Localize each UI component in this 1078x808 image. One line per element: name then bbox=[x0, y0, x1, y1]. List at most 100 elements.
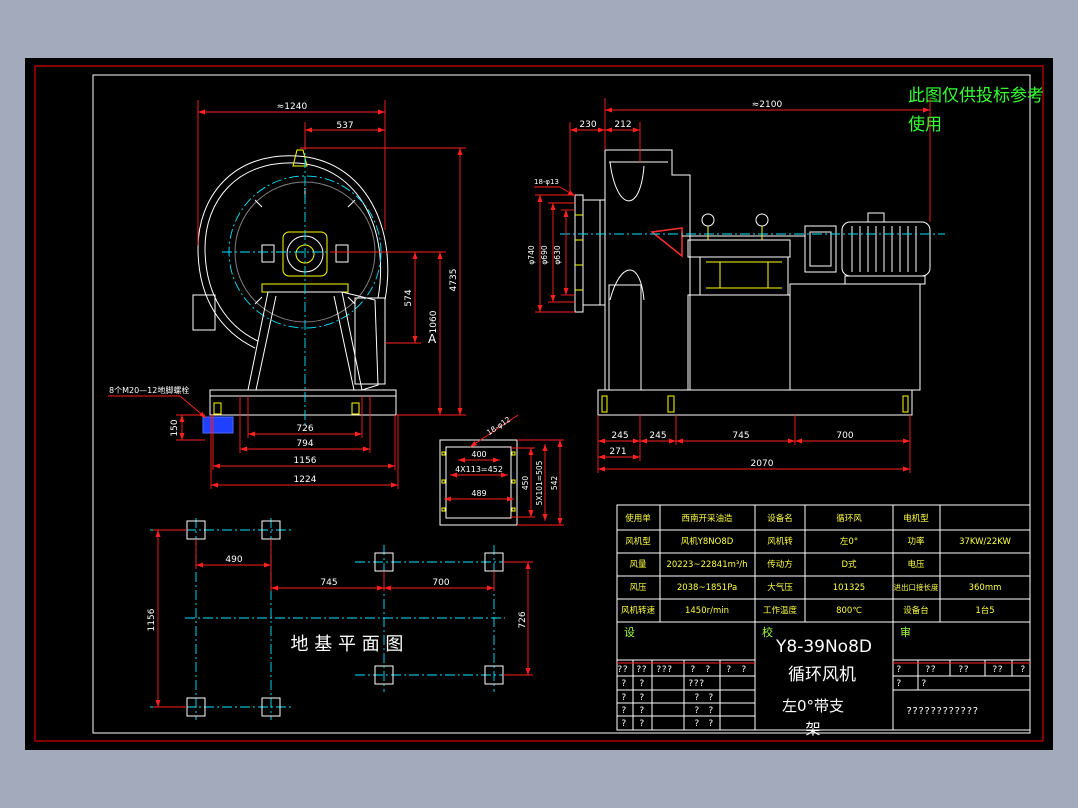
cell-user-value: 西南开采油造 bbox=[681, 513, 733, 524]
cell-connection-label: 进出口接长度 bbox=[894, 582, 939, 592]
cell-equipment-value: 循环风 bbox=[836, 513, 862, 524]
dim-height: 4735 bbox=[449, 269, 459, 292]
grid-cell: ? bbox=[621, 679, 626, 689]
plan-dim-width: 726 bbox=[518, 611, 528, 628]
anchor-bolts-label: 8个M20—12地脚螺栓 bbox=[109, 385, 189, 395]
detail-h-bolt: 5X101=505 bbox=[535, 460, 544, 505]
cell-rotation-value: 左0° bbox=[840, 536, 858, 547]
cell-power-label: 功率 bbox=[907, 536, 925, 547]
product-name: 循环风机 bbox=[788, 665, 856, 685]
dim-flange-d2: φ690 bbox=[540, 245, 549, 264]
foundation-plan-title: 地 基 平 面 图 bbox=[291, 634, 404, 655]
grid-cell: ? bbox=[726, 665, 731, 675]
dim-bolt-inner: 726 bbox=[296, 424, 313, 434]
cell-rotation-label: 风机转 bbox=[767, 536, 793, 547]
cell-quantity-value: 1台5 bbox=[975, 605, 994, 616]
cell-motor-label: 电机型 bbox=[903, 513, 929, 524]
cell-drive-label: 传动方 bbox=[767, 559, 793, 570]
grid-cell: ? bbox=[690, 665, 695, 675]
cell-power-value: 37KW/22KW bbox=[959, 537, 1011, 547]
product-model: Y8-39No8D bbox=[775, 637, 872, 657]
dim-bolt-outer: 794 bbox=[296, 439, 313, 449]
flange-holes-label: 18-φ13 bbox=[534, 178, 559, 186]
cell-drive-value: D式 bbox=[841, 559, 857, 570]
cell-atm-label: 大气压 bbox=[767, 582, 793, 593]
grid-cell: ??? bbox=[656, 665, 672, 675]
cell-equipment-label: 设备名 bbox=[767, 513, 793, 524]
drawing-number: ???????????? bbox=[906, 706, 978, 717]
grid-cell: ? bbox=[705, 665, 710, 675]
dim-base-outer: 1224 bbox=[294, 475, 317, 485]
dim-outlet-height: 1060 bbox=[429, 310, 439, 333]
anchor-bolt-icon bbox=[202, 416, 234, 434]
detail-w-outer: 489 bbox=[471, 489, 486, 498]
cell-atm-value: 101325 bbox=[833, 583, 865, 593]
grid-cell: ?? bbox=[617, 665, 628, 675]
grid-cell: ??? bbox=[688, 679, 704, 689]
cell-voltage-label: 电压 bbox=[907, 559, 925, 570]
grid-cell: ? bbox=[708, 693, 713, 703]
grid-cell: ?? bbox=[992, 665, 1003, 675]
plan-dim-b: 745 bbox=[320, 578, 337, 588]
dim-b5: 271 bbox=[609, 447, 626, 457]
dim-flange-d1: φ740 bbox=[527, 245, 536, 264]
grid-cell: ? bbox=[639, 693, 644, 703]
plan-dim-a: 490 bbox=[225, 555, 242, 565]
cell-speed-value: 1450r/min bbox=[685, 606, 729, 616]
dim-base-length: 2070 bbox=[751, 459, 774, 469]
grid-cell: ? bbox=[621, 719, 626, 729]
grid-cell: ? bbox=[639, 706, 644, 716]
dim-b3: 745 bbox=[732, 431, 749, 441]
label-design: 设 bbox=[624, 626, 635, 639]
plan-dim-c: 700 bbox=[432, 578, 449, 588]
dim-b1: 245 bbox=[611, 431, 628, 441]
dim-flange-d3: φ630 bbox=[553, 245, 562, 264]
dim-b4: 700 bbox=[836, 431, 853, 441]
label-check: 校 bbox=[762, 625, 773, 639]
drawing-background bbox=[25, 58, 1053, 750]
cell-connection-value: 360mm bbox=[969, 583, 1002, 593]
cell-speed-label: 风机转速 bbox=[621, 605, 656, 616]
dim-length-total: ≈2100 bbox=[752, 100, 783, 110]
cad-drawing-canvas[interactable]: 此图仅供投标参考 使用 ≈1240 537 4735 574 1060 A 72… bbox=[0, 0, 1078, 808]
cell-quantity-label: 设备台 bbox=[903, 605, 929, 616]
grid-cell: ? bbox=[896, 665, 901, 675]
product-variant-2: 架 bbox=[805, 720, 820, 738]
grid-cell: ? bbox=[621, 706, 626, 716]
grid-cell: ? bbox=[639, 719, 644, 729]
grid-cell: ? bbox=[694, 719, 699, 729]
detail-w-inner: 400 bbox=[471, 450, 486, 459]
grid-cell: ?? bbox=[636, 665, 647, 675]
dim-shaft-height: 574 bbox=[404, 289, 414, 306]
detail-h-outer: 542 bbox=[550, 476, 559, 491]
grid-cell: ?? bbox=[958, 665, 969, 675]
dim-inlet-depth: 212 bbox=[614, 120, 631, 130]
cell-temperature-value: 800℃ bbox=[836, 606, 862, 616]
note-line-1: 此图仅供投标参考 bbox=[908, 86, 1044, 106]
detail-h-inner: 450 bbox=[521, 476, 530, 491]
grid-cell: ? bbox=[708, 719, 713, 729]
grid-cell: ? bbox=[639, 679, 644, 689]
product-variant-1: 左0°带支 bbox=[782, 697, 844, 715]
dim-width-total: ≈1240 bbox=[277, 102, 308, 112]
note-line-2: 使用 bbox=[908, 114, 942, 135]
cell-model-value: 风机Y8NO8D bbox=[681, 536, 734, 547]
grid-cell: ? bbox=[708, 706, 713, 716]
grid-cell: ? bbox=[921, 679, 926, 689]
section-marker: A bbox=[428, 332, 437, 346]
cell-temperature-label: 工作温度 bbox=[763, 605, 798, 616]
cell-pressure-label: 风压 bbox=[629, 583, 647, 593]
cell-model-label: 风机型 bbox=[625, 536, 651, 547]
cell-user-label: 使用单 bbox=[625, 513, 651, 524]
detail-w-bolt: 4X113=452 bbox=[455, 465, 503, 474]
cell-pressure-value: 2038~1851Pa bbox=[677, 583, 737, 593]
grid-cell: ? bbox=[1020, 665, 1025, 675]
label-approve: 审 bbox=[900, 625, 911, 639]
grid-cell: ? bbox=[896, 679, 901, 689]
grid-cell: ? bbox=[621, 693, 626, 703]
dim-base-inner: 1156 bbox=[294, 456, 317, 466]
grid-cell: ? bbox=[694, 706, 699, 716]
grid-cell: ? bbox=[694, 693, 699, 703]
dim-base-height: 150 bbox=[170, 419, 180, 436]
grid-cell: ? bbox=[741, 665, 746, 675]
